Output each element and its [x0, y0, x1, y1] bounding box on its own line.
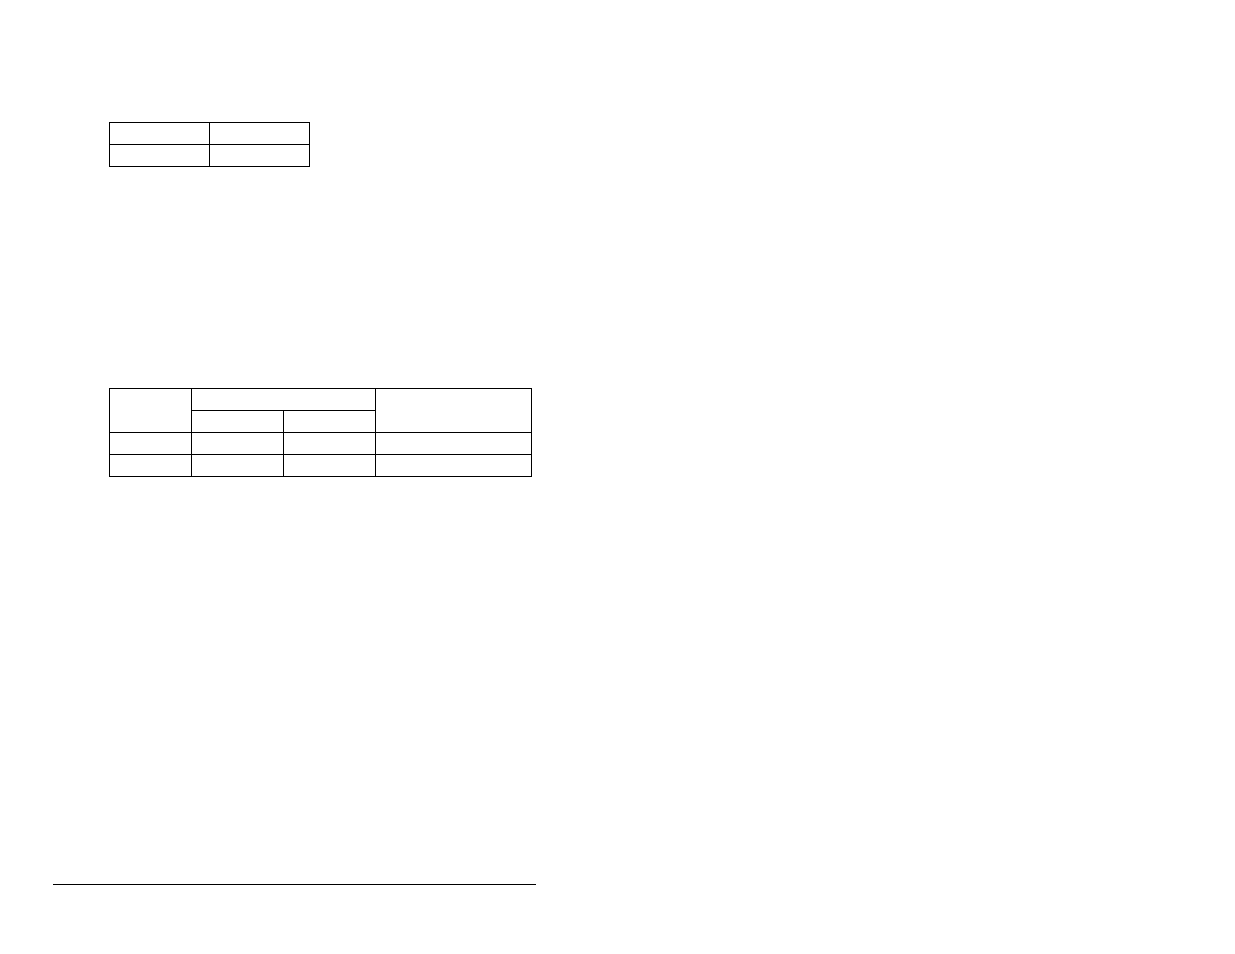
table-cell: [192, 433, 284, 455]
table-row: [110, 145, 310, 167]
table-cell: [210, 123, 310, 145]
table-cell: [110, 433, 192, 455]
table-cell: [192, 411, 284, 433]
horizontal-rule: [53, 884, 536, 885]
table-cell: [284, 433, 376, 455]
table-row: [110, 455, 532, 477]
table-cell: [110, 123, 210, 145]
table-cell: [210, 145, 310, 167]
table-2: [109, 388, 532, 477]
table-cell: [376, 433, 532, 455]
table-row: [110, 389, 532, 411]
table-row: [110, 123, 310, 145]
table-row: [110, 433, 532, 455]
table-cell: [284, 455, 376, 477]
table-cell: [110, 145, 210, 167]
table-cell: [192, 455, 284, 477]
table-cell: [110, 455, 192, 477]
table-cell: [376, 389, 532, 433]
table-cell: [110, 389, 192, 433]
table-1: [109, 122, 310, 167]
table-cell: [284, 411, 376, 433]
table-cell: [376, 455, 532, 477]
table-cell: [192, 389, 376, 411]
